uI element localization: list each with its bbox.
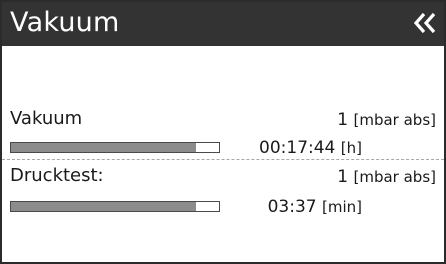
double-chevron-left-icon: [413, 12, 436, 34]
pressure-test-progress-fill: [11, 202, 197, 211]
pressure-test-unit: [mbar abs]: [353, 168, 437, 186]
title-bar: Vakuum: [2, 2, 444, 46]
vacuum-progress-bar: [10, 142, 220, 153]
vacuum-pressure-value: 1 [mbar abs]: [337, 110, 436, 130]
vacuum-unit: [mbar abs]: [353, 111, 437, 129]
vacuum-screen: Vakuum Vakuum 1 [mbar abs] 00:17:44 [h] …: [0, 0, 446, 264]
pressure-test-value: 1: [337, 167, 349, 187]
pressure-test-time-readout: 03:37 [min]: [268, 197, 362, 217]
vacuum-value: 1: [337, 110, 349, 130]
page-title: Vakuum: [10, 7, 120, 38]
vacuum-label: Vakuum: [10, 108, 83, 129]
vacuum-progress-fill: [11, 143, 197, 152]
vacuum-time-readout: 00:17:44 [h]: [259, 138, 362, 158]
pressure-test-time-unit: [min]: [322, 198, 362, 216]
divider: [2, 159, 444, 160]
pressure-test-label: Drucktest:: [10, 165, 104, 186]
back-button[interactable]: [408, 5, 442, 41]
vacuum-time-unit: [h]: [340, 139, 362, 157]
pressure-test-time: 03:37: [267, 197, 317, 217]
pressure-test-progress-bar: [10, 201, 220, 212]
vacuum-time: 00:17:44: [259, 138, 336, 158]
pressure-test-value-readout: 1 [mbar abs]: [337, 167, 436, 187]
